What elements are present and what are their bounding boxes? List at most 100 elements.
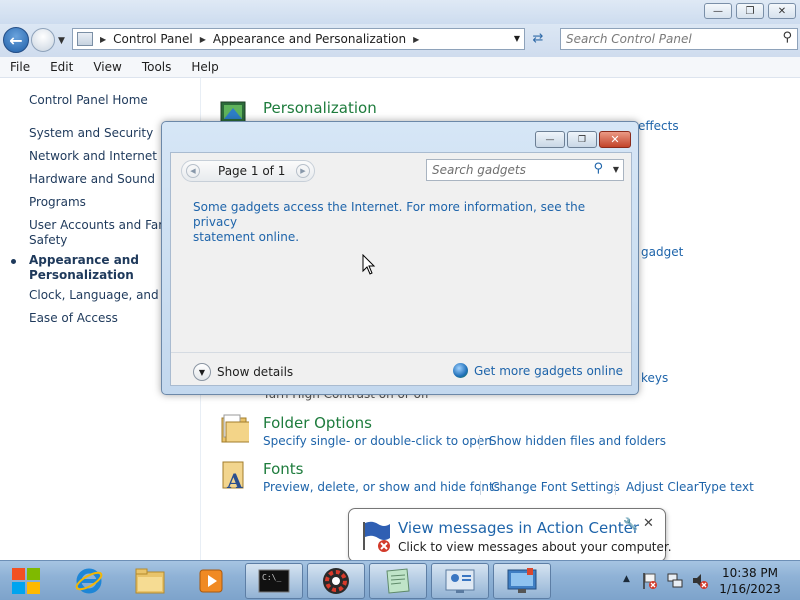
gadget-link[interactable]: gadget — [641, 245, 683, 259]
sidebar-item-hardware-sound[interactable]: Hardware and Sound — [29, 172, 155, 187]
taskbar-command-prompt[interactable]: C:\_ — [245, 563, 303, 599]
search-icon[interactable]: ⚲ — [593, 161, 603, 176]
mouse-cursor-icon — [362, 254, 376, 275]
search-dropdown-icon[interactable]: ▼ — [613, 165, 619, 174]
close-icon[interactable]: ✕ — [643, 516, 654, 531]
breadcrumb-appearance[interactable]: Appearance and Personalization — [213, 32, 406, 46]
menu-file[interactable]: File — [0, 60, 40, 74]
next-page-icon[interactable]: ▶ — [296, 164, 310, 178]
gadgets-search-placeholder: Search gadgets — [432, 163, 526, 177]
sidebar-item-appearance[interactable]: Appearance and — [29, 253, 139, 268]
gadgets-search-input[interactable]: Search gadgets ⚲ ▼ — [426, 159, 624, 181]
action-center-flag-icon — [363, 521, 390, 552]
privacy-info-line1[interactable]: Some gadgets access the Internet. For mo… — [193, 200, 613, 230]
svg-text:C:\_: C:\_ — [262, 573, 281, 582]
folder-options-title[interactable]: Folder Options — [263, 414, 372, 432]
previous-page-icon[interactable]: ◀ — [186, 164, 200, 178]
link-separator — [480, 481, 481, 495]
sidebar-item-control-panel-home[interactable]: Control Panel Home — [29, 93, 148, 108]
clock[interactable]: 10:38 PM 1/16/2023 — [714, 565, 786, 597]
menu-edit[interactable]: Edit — [40, 60, 83, 74]
minimize-button[interactable]: — — [704, 3, 732, 19]
taskbar-file-explorer[interactable] — [121, 563, 179, 599]
folder-options-link-hidden-files[interactable]: Show hidden files and folders — [489, 434, 666, 448]
search-icon[interactable]: ⚲ — [782, 30, 792, 45]
address-bar[interactable]: ▶ Control Panel ▶ Appearance and Persona… — [72, 28, 525, 50]
get-more-gadgets-link[interactable]: Get more gadgets online — [453, 363, 623, 378]
show-details-toggle[interactable]: ▼ Show details — [193, 363, 293, 381]
folder-options-link-click[interactable]: Specify single- or double-click to open — [263, 434, 492, 448]
globe-icon — [453, 363, 468, 378]
sidebar-item-network-internet[interactable]: Network and Internet — [29, 149, 157, 164]
refresh-icon[interactable]: ⇄ — [528, 31, 548, 49]
gadgets-close-button[interactable]: ✕ — [599, 131, 631, 148]
clock-time: 10:38 PM — [722, 566, 778, 580]
fonts-title[interactable]: Fonts — [263, 460, 303, 478]
recent-pages-dropdown[interactable]: ▼ — [58, 36, 65, 46]
action-center-tray-icon[interactable] — [641, 571, 659, 591]
gadgets-footer: ▼ Show details Get more gadgets online — [171, 352, 631, 385]
taskbar-media-player[interactable] — [182, 563, 240, 599]
address-dropdown-icon[interactable]: ▼ — [514, 34, 520, 43]
gadgets-restore-button[interactable]: ❐ — [567, 131, 597, 148]
gadgets-window-controls: — ❐ ✕ — [535, 131, 631, 148]
breadcrumb-control-panel[interactable]: Control Panel — [113, 32, 193, 46]
sidebar-item-clock-language[interactable]: Clock, Language, and Re — [29, 288, 178, 303]
fonts-link-cleartype[interactable]: Adjust ClearType text — [626, 480, 754, 494]
gear-icon — [323, 568, 349, 594]
internet-explorer-icon — [75, 568, 103, 594]
breadcrumb-chevron-icon[interactable]: ▶ — [413, 35, 419, 44]
taskbar-control-panel[interactable] — [493, 563, 551, 599]
fonts-link-preview[interactable]: Preview, delete, or show and hide fonts — [263, 480, 500, 494]
notification-text[interactable]: Click to view messages about your comput… — [398, 540, 672, 554]
fonts-icon: A — [222, 461, 244, 491]
folder-options-icon — [221, 414, 249, 443]
privacy-info[interactable]: Some gadgets access the Internet. For mo… — [193, 200, 613, 245]
sidebar-item-ease-of-access[interactable]: Ease of Access — [29, 311, 118, 326]
breadcrumb-chevron-icon[interactable]: ▶ — [200, 35, 206, 44]
control-panel-icon — [507, 568, 537, 593]
back-button[interactable]: ← — [3, 27, 29, 53]
media-player-icon — [199, 569, 223, 593]
gadgets-panel: ◀ Page 1 of 1 ▶ Search gadgets ⚲ ▼ Some … — [170, 152, 632, 386]
navigation-bar: ← ▼ ▶ Control Panel ▶ Appearance and Per… — [0, 24, 800, 57]
windows-logo-icon — [12, 568, 40, 594]
personalization-effects-link[interactable]: effects — [638, 119, 679, 133]
menu-view[interactable]: View — [83, 60, 131, 74]
taskbar-app-red[interactable] — [307, 563, 365, 599]
notes-icon — [386, 568, 410, 594]
close-button[interactable]: ✕ — [768, 3, 796, 19]
action-center-notification[interactable]: View messages in Action Center Click to … — [348, 508, 672, 573]
forward-button[interactable] — [31, 28, 55, 52]
show-hidden-icons-icon[interactable]: ▲ — [623, 574, 630, 584]
start-button[interactable] — [0, 563, 52, 599]
link-separator — [479, 435, 480, 449]
sidebar-item-appearance-line2[interactable]: Personalization — [29, 268, 134, 283]
menu-bar: File Edit View Tools Help — [0, 57, 800, 78]
taskbar-internet-explorer[interactable] — [60, 563, 118, 599]
fonts-link-change-settings[interactable]: Change Font Settings — [491, 480, 620, 494]
page-indicator: Page 1 of 1 — [218, 164, 286, 178]
personalization-title[interactable]: Personalization — [263, 99, 377, 117]
notification-title[interactable]: View messages in Action Center — [398, 519, 639, 537]
wrench-icon[interactable]: 🔧 — [623, 517, 638, 531]
menu-tools[interactable]: Tools — [132, 60, 182, 74]
arrow-left-icon: ← — [9, 30, 23, 50]
maximize-button[interactable]: ❐ — [736, 3, 764, 19]
sidebar-item-user-accounts-line2[interactable]: Safety — [29, 233, 67, 248]
search-input[interactable]: Search Control Panel ⚲ — [560, 28, 798, 50]
show-details-label: Show details — [217, 365, 294, 379]
taskbar-app-notes[interactable] — [369, 563, 427, 599]
taskbar-gadgets[interactable] — [431, 563, 489, 599]
control-panel-icon — [77, 32, 93, 46]
keys-link[interactable]: keys — [641, 371, 668, 385]
breadcrumb-chevron-icon[interactable]: ▶ — [100, 35, 106, 44]
network-icon[interactable] — [666, 571, 684, 591]
gadgets-minimize-button[interactable]: — — [535, 131, 565, 148]
gadgets-window[interactable]: — ❐ ✕ ◀ Page 1 of 1 ▶ Search gadgets ⚲ ▼… — [161, 121, 639, 395]
sidebar-item-programs[interactable]: Programs — [29, 195, 86, 210]
menu-help[interactable]: Help — [181, 60, 228, 74]
privacy-info-line2[interactable]: statement online. — [193, 230, 613, 245]
volume-muted-icon[interactable] — [691, 571, 709, 591]
sidebar-item-system-security[interactable]: System and Security — [29, 126, 153, 141]
